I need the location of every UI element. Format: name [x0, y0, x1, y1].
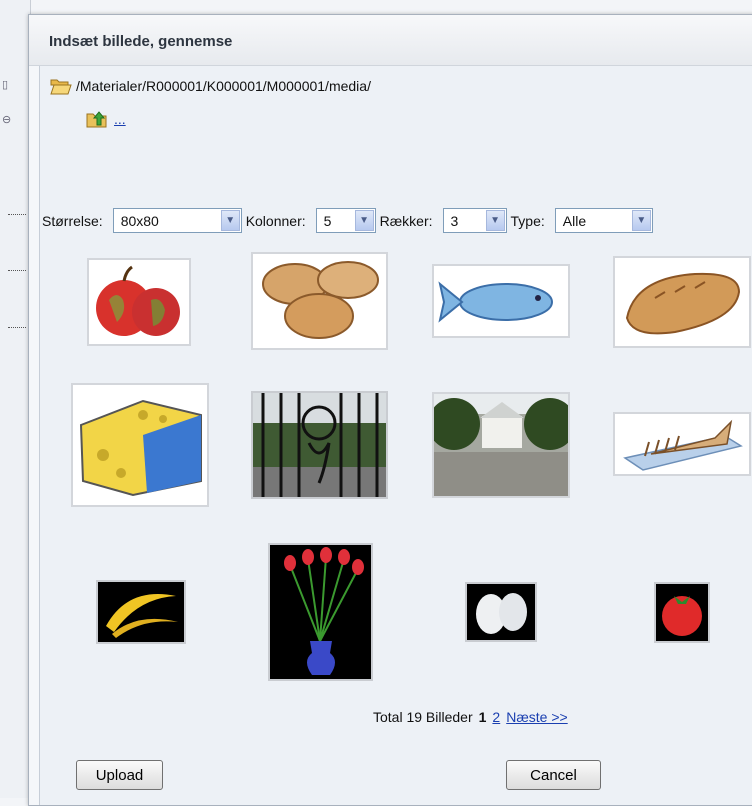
- cancel-button[interactable]: Cancel: [506, 760, 601, 790]
- background-app-panel: ▯ ⊖: [0, 0, 31, 798]
- size-select-value: 80x80: [120, 212, 159, 229]
- rows-select[interactable]: 3 ▼: [442, 208, 507, 233]
- type-select[interactable]: Alle ▼: [554, 208, 653, 233]
- chevron-down-icon[interactable]: ▼: [485, 210, 505, 231]
- background-dotted-line: [8, 270, 26, 271]
- tomato-image[interactable]: [654, 582, 710, 643]
- bananas-image[interactable]: [96, 580, 186, 644]
- background-dotted-line: [8, 214, 26, 215]
- parent-folder-link[interactable]: ...: [114, 111, 126, 127]
- size-select[interactable]: 80x80 ▼: [112, 208, 242, 233]
- background-dotted-line: [8, 327, 26, 328]
- chevron-down-icon[interactable]: ▼: [220, 210, 240, 231]
- size-label: Størrelse:: [42, 212, 103, 229]
- bread-image[interactable]: [613, 256, 751, 348]
- total-count: Total 19 Billeder: [373, 709, 473, 725]
- columns-select[interactable]: 5 ▼: [315, 208, 376, 233]
- type-select-value: Alle: [562, 212, 587, 229]
- sliced-bread-image[interactable]: [613, 412, 751, 476]
- path-text: /Materialer/R000001/K000001/M000001/medi…: [76, 78, 371, 94]
- dialog-titlebar[interactable]: Indsæt billede, gennemse: [29, 15, 752, 66]
- rows-select-value: 3: [450, 212, 459, 229]
- apples-image[interactable]: [87, 258, 191, 346]
- next-page-link[interactable]: Næste >>: [506, 709, 567, 725]
- columns-select-value: 5: [323, 212, 332, 229]
- insert-image-dialog: Indsæt billede, gennemse /Materialer/R00…: [28, 14, 752, 806]
- current-path: /Materialer/R000001/K000001/M000001/medi…: [50, 77, 371, 95]
- background-link-icon: ⊖: [2, 114, 12, 126]
- eggs-image[interactable]: [465, 582, 537, 642]
- dialog-title: Indsæt billede, gennemse: [49, 33, 233, 50]
- background-toolbar-icon: ▯: [2, 79, 9, 91]
- current-page: 1: [478, 709, 487, 725]
- cheese-image[interactable]: [71, 383, 209, 507]
- page-2-link[interactable]: 2: [492, 709, 500, 725]
- gate-image[interactable]: [251, 391, 388, 499]
- view-controls: Størrelse: 80x80 ▼ Kolonner: 5 ▼ Rækker:…: [42, 208, 657, 233]
- type-label: Type:: [510, 212, 545, 229]
- parent-folder-row[interactable]: ...: [86, 110, 126, 128]
- open-folder-icon: [50, 77, 72, 95]
- pagination: Total 19 Billeder 1 2 Næste >>: [373, 709, 568, 725]
- rows-label: Rækker:: [379, 212, 433, 229]
- upload-button[interactable]: Upload: [76, 760, 163, 790]
- folder-up-icon[interactable]: [86, 110, 108, 128]
- chevron-down-icon[interactable]: ▼: [631, 210, 651, 231]
- chevron-down-icon[interactable]: ▼: [354, 210, 374, 231]
- manor-image[interactable]: [432, 392, 570, 498]
- columns-label: Kolonner:: [245, 212, 306, 229]
- tulips-vase-image[interactable]: [268, 543, 373, 681]
- fish-image[interactable]: [432, 264, 570, 338]
- potatoes-image[interactable]: [251, 252, 388, 350]
